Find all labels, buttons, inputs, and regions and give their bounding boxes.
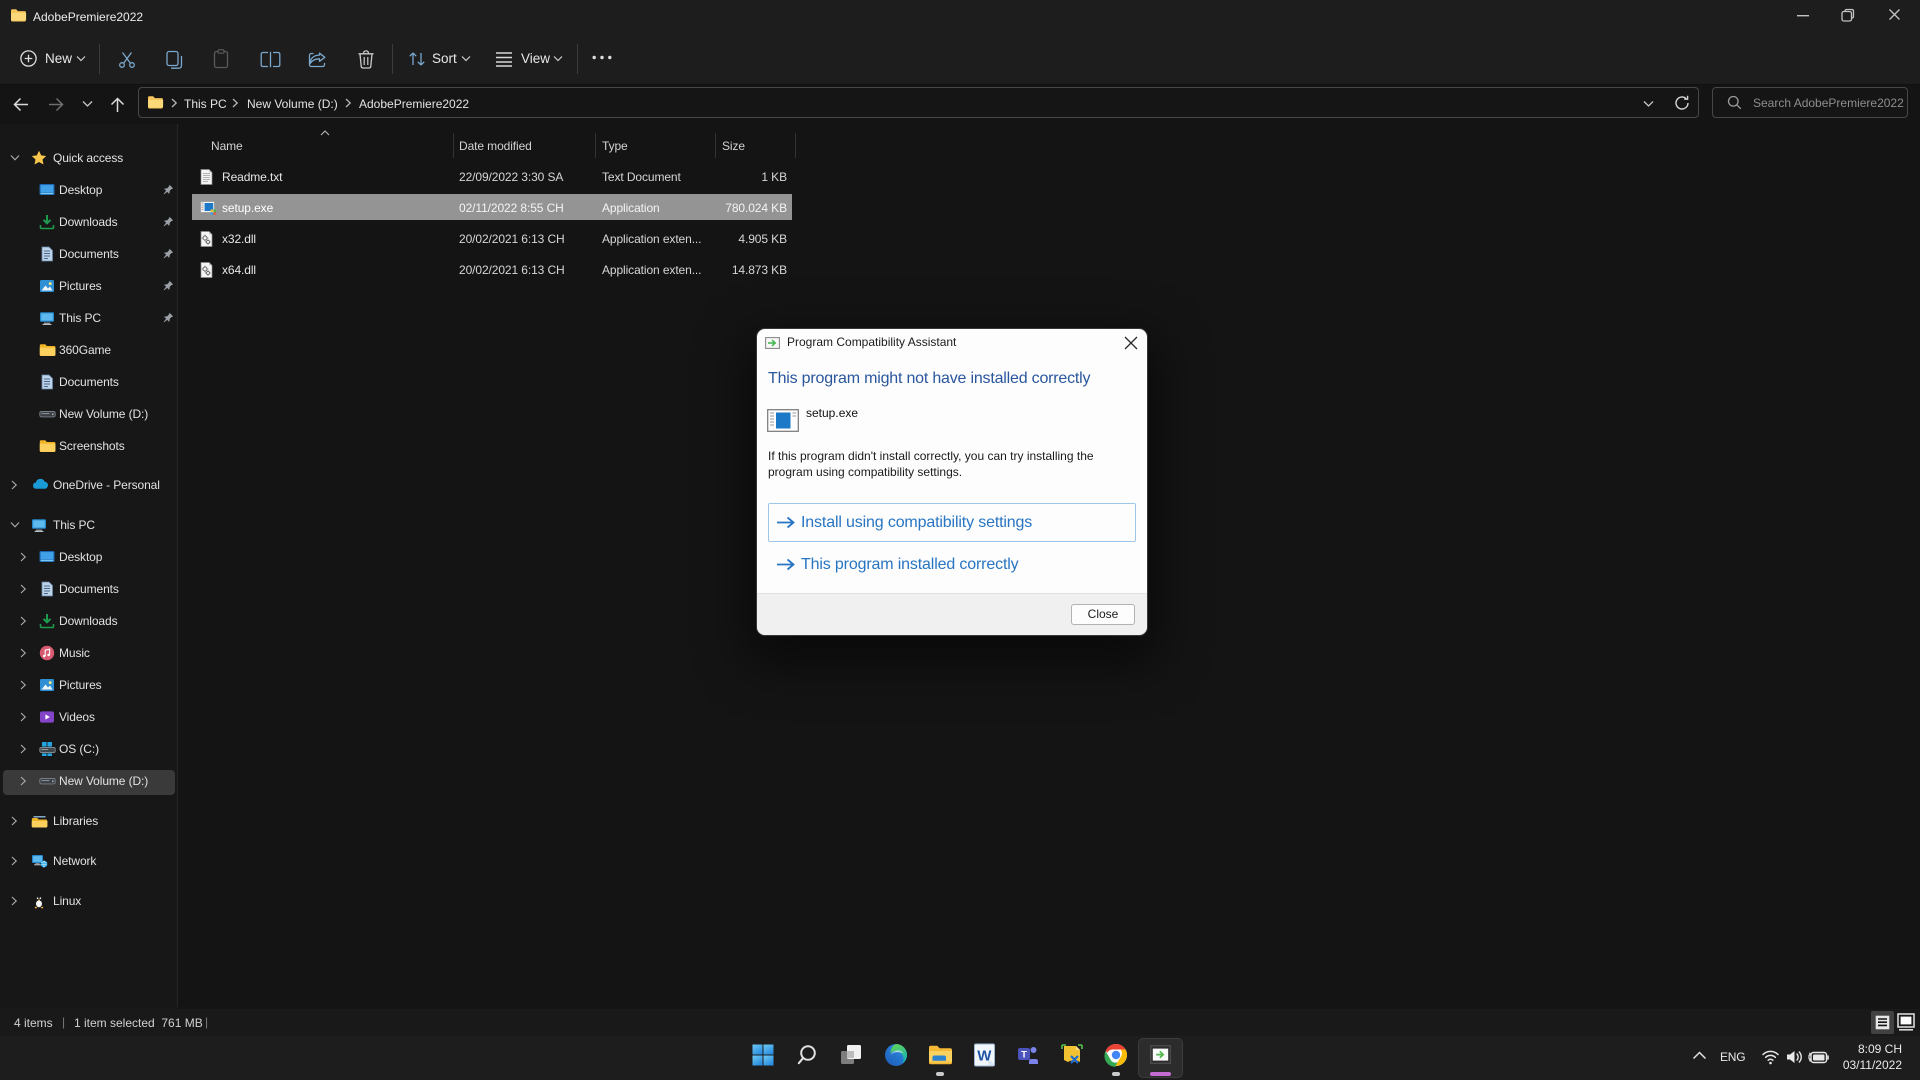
- svg-text:W: W: [977, 1048, 992, 1065]
- svg-text:T: T: [1021, 1050, 1027, 1061]
